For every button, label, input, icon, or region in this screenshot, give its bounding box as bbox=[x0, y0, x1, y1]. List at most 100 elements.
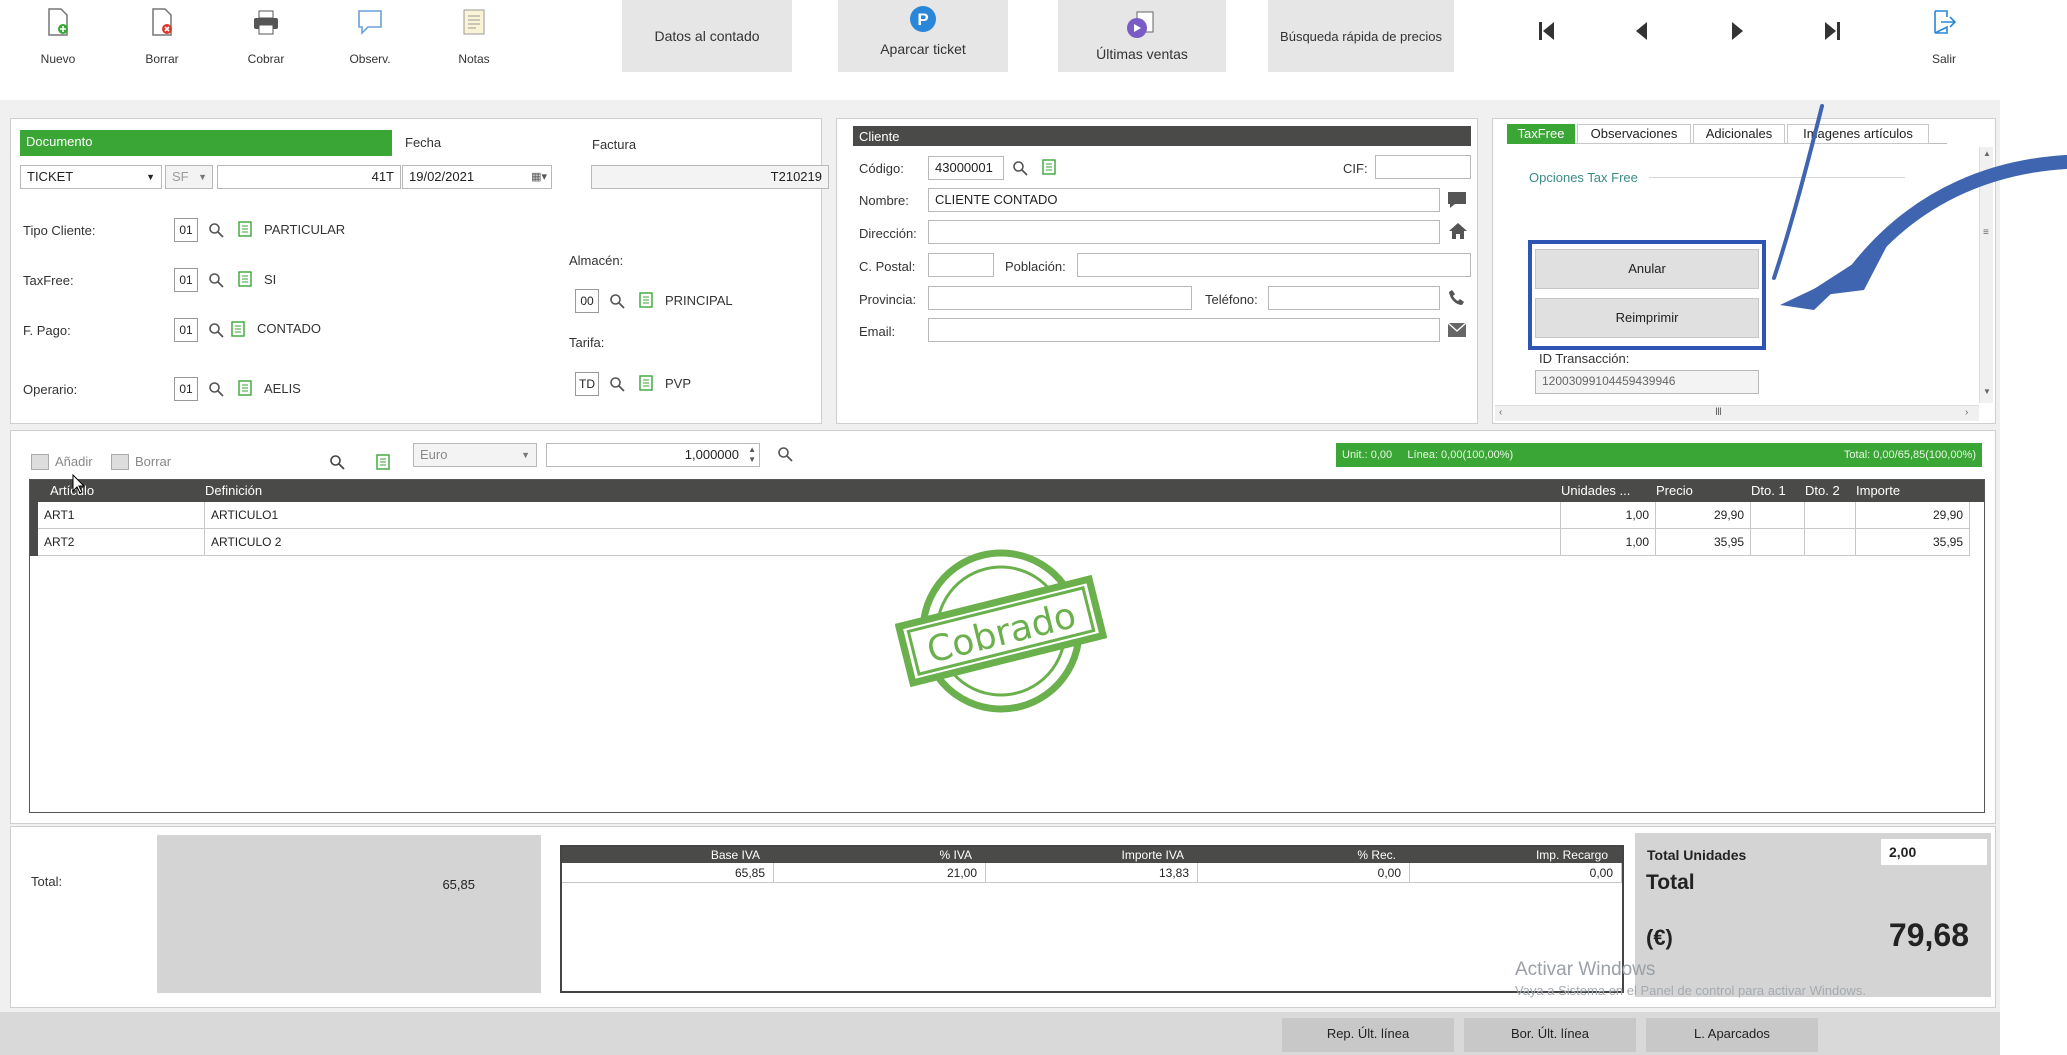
cpostal-field[interactable] bbox=[928, 253, 994, 277]
l-aparcados-button[interactable]: L. Aparcados bbox=[1646, 1018, 1818, 1052]
bor-ult-linea-button[interactable]: Bor. Últ. línea bbox=[1464, 1018, 1636, 1052]
anular-button[interactable]: Anular bbox=[1535, 249, 1759, 289]
numero-documento-field[interactable]: 41T bbox=[217, 165, 401, 189]
mail-icon[interactable] bbox=[1447, 322, 1467, 338]
record-sheet-icon[interactable] bbox=[638, 292, 654, 308]
tipo-cliente-code-field[interactable]: 01 bbox=[174, 218, 198, 242]
almacen-code-field[interactable]: 00 bbox=[575, 289, 599, 313]
col-dto2[interactable]: Dto. 2 bbox=[1797, 480, 1848, 502]
col-definicion[interactable]: Definición bbox=[197, 480, 270, 502]
anadir-line-button[interactable]: Añadir bbox=[31, 451, 93, 473]
spinner-arrows-icon[interactable]: ▲ ▼ bbox=[748, 445, 756, 465]
search-icon[interactable] bbox=[609, 376, 625, 392]
search-icon[interactable] bbox=[329, 454, 345, 470]
reimprimir-button[interactable]: Reimprimir bbox=[1535, 298, 1759, 338]
record-sheet-icon[interactable] bbox=[638, 375, 654, 391]
cell-importe[interactable]: 35,95 bbox=[1856, 529, 1970, 556]
borrar-line-button[interactable]: Borrar bbox=[111, 451, 171, 473]
search-icon[interactable] bbox=[609, 293, 625, 309]
cell-definicion[interactable]: ARTICULO 2 bbox=[205, 529, 1561, 556]
tipo-documento-select[interactable]: TICKET ▼ bbox=[20, 165, 162, 189]
record-sheet-icon[interactable] bbox=[237, 380, 253, 396]
cell-importe[interactable]: 29,90 bbox=[1856, 502, 1970, 529]
total-box: 65,85 bbox=[157, 835, 541, 993]
home-icon[interactable] bbox=[1448, 222, 1468, 240]
datos-contado-button[interactable]: Datos al contado bbox=[622, 0, 792, 72]
col-importe[interactable]: Importe bbox=[1848, 480, 1908, 502]
cif-field[interactable] bbox=[1375, 155, 1471, 179]
ultimas-ventas-button[interactable]: Últimas ventas bbox=[1058, 0, 1226, 72]
borrar-button[interactable]: Borrar bbox=[122, 8, 202, 66]
cell-precio[interactable]: 35,95 bbox=[1656, 529, 1751, 556]
scroll-down-icon[interactable]: ▼ bbox=[1983, 387, 1991, 396]
previous-record-icon[interactable] bbox=[1627, 16, 1657, 46]
id-transaccion-field[interactable]: 12003099104459439946 bbox=[1535, 370, 1759, 394]
search-icon[interactable] bbox=[208, 272, 224, 288]
cell-definicion[interactable]: ARTICULO1 bbox=[205, 502, 1561, 529]
col-dto1[interactable]: Dto. 1 bbox=[1743, 480, 1794, 502]
calendar-icon[interactable]: ▦▾ bbox=[531, 170, 547, 183]
factor-spinner[interactable]: 1,000000 ▲ ▼ bbox=[546, 443, 760, 467]
telefono-field[interactable] bbox=[1268, 286, 1440, 310]
row-indicator[interactable] bbox=[30, 529, 38, 556]
search-icon[interactable] bbox=[777, 446, 793, 462]
first-record-icon[interactable] bbox=[1532, 16, 1562, 46]
table-row[interactable]: ART1 ARTICULO1 1,00 29,90 29,90 bbox=[30, 502, 1970, 529]
operario-code-field[interactable]: 01 bbox=[174, 377, 198, 401]
aparcar-ticket-button[interactable]: P Aparcar ticket bbox=[838, 0, 1008, 72]
factura-field[interactable]: T210219 bbox=[591, 165, 829, 189]
scroll-grip-icon[interactable]: Ⅲ bbox=[1715, 407, 1722, 418]
record-sheet-icon[interactable] bbox=[375, 454, 391, 470]
cell-dto2[interactable] bbox=[1805, 502, 1856, 529]
search-icon[interactable] bbox=[1012, 160, 1028, 176]
tab-taxfree[interactable]: TaxFree bbox=[1507, 124, 1575, 144]
direccion-field[interactable] bbox=[928, 220, 1440, 244]
cell-dto1[interactable] bbox=[1751, 529, 1805, 556]
taxfree-code-field[interactable]: 01 bbox=[174, 268, 198, 292]
busqueda-label: Búsqueda rápida de precios bbox=[1280, 28, 1442, 44]
fpago-code-field[interactable]: 01 bbox=[174, 318, 198, 342]
fecha-field[interactable]: 19/02/2021 ▦▾ bbox=[402, 165, 552, 189]
nuevo-button[interactable]: Nuevo bbox=[18, 8, 98, 66]
moneda-select[interactable]: Euro ▼ bbox=[413, 443, 537, 467]
email-field[interactable] bbox=[928, 318, 1440, 342]
provincia-field[interactable] bbox=[928, 286, 1192, 310]
busqueda-rapida-button[interactable]: Búsqueda rápida de precios bbox=[1268, 0, 1454, 72]
row-indicator[interactable] bbox=[30, 502, 38, 529]
tarifa-code-field[interactable]: TD bbox=[575, 372, 599, 396]
cell-dto1[interactable] bbox=[1751, 502, 1805, 529]
scroll-right-icon[interactable]: › bbox=[1965, 407, 1968, 418]
salir-button[interactable]: Salir bbox=[1914, 8, 1974, 66]
tab-observaciones[interactable]: Observaciones bbox=[1577, 124, 1691, 144]
cell-unidades[interactable]: 1,00 bbox=[1561, 502, 1656, 529]
nombre-field[interactable]: CLIENTE CONTADO bbox=[928, 188, 1440, 212]
cell-unidades[interactable]: 1,00 bbox=[1561, 529, 1656, 556]
horizontal-scrollbar[interactable]: ‹ Ⅲ › bbox=[1495, 405, 1979, 421]
cell-precio[interactable]: 29,90 bbox=[1656, 502, 1751, 529]
cell-articulo[interactable]: ART2 bbox=[38, 529, 205, 556]
col-precio[interactable]: Precio bbox=[1648, 480, 1701, 502]
comment-icon[interactable] bbox=[1447, 191, 1467, 209]
scroll-left-icon[interactable]: ‹ bbox=[1499, 407, 1502, 418]
notas-button[interactable]: Notas bbox=[434, 8, 514, 66]
record-sheet-icon[interactable] bbox=[1041, 159, 1057, 175]
cell-dto2[interactable] bbox=[1805, 529, 1856, 556]
next-record-icon[interactable] bbox=[1722, 16, 1752, 46]
cobrar-button[interactable]: Cobrar bbox=[226, 8, 306, 66]
documento-panel: Documento TICKET ▼ SF ▼ 41T Fecha 19/02/20… bbox=[10, 118, 829, 424]
record-sheet-icon[interactable] bbox=[237, 271, 253, 287]
observ-button[interactable]: Observ. bbox=[330, 8, 410, 66]
serie-select[interactable]: SF ▼ bbox=[165, 165, 213, 189]
rep-ult-linea-button[interactable]: Rep. Últ. línea bbox=[1282, 1018, 1454, 1052]
record-sheet-icon[interactable] bbox=[230, 321, 246, 337]
record-sheet-icon[interactable] bbox=[237, 221, 253, 237]
poblacion-field[interactable] bbox=[1077, 253, 1471, 277]
last-record-icon[interactable] bbox=[1817, 16, 1847, 46]
phone-icon[interactable] bbox=[1448, 289, 1466, 307]
search-icon[interactable] bbox=[208, 222, 224, 238]
search-icon[interactable] bbox=[208, 381, 224, 397]
col-unidades[interactable]: Unidades ... bbox=[1553, 480, 1638, 502]
codigo-field[interactable]: 43000001 bbox=[928, 156, 1004, 180]
cell-articulo[interactable]: ART1 bbox=[38, 502, 205, 529]
search-icon[interactable] bbox=[208, 322, 224, 338]
